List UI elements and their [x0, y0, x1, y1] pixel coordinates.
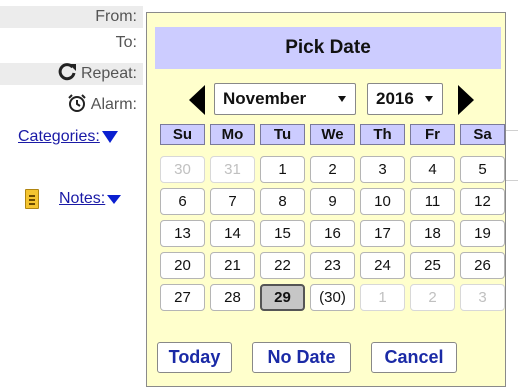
caret-down-icon [338, 96, 346, 102]
day-button[interactable]: 18 [410, 220, 455, 247]
day-button[interactable]: 28 [210, 284, 255, 311]
cancel-button[interactable]: Cancel [371, 342, 457, 373]
day-button[interactable]: 8 [260, 188, 305, 215]
month-select[interactable]: November [214, 83, 356, 115]
no-date-button[interactable]: No Date [252, 342, 351, 373]
day-button[interactable]: 2 [310, 156, 355, 183]
day-button[interactable]: 25 [410, 252, 455, 279]
refresh-icon [57, 62, 77, 86]
chevron-down-icon [107, 194, 122, 204]
day-button[interactable]: 5 [460, 156, 505, 183]
weekday-label: Sa [460, 124, 505, 145]
year-select[interactable]: 2016 [367, 83, 443, 115]
weekday-label: Th [360, 124, 405, 145]
day-button[interactable]: 1 [260, 156, 305, 183]
day-button[interactable]: 16 [310, 220, 355, 247]
calendar-week: 27 28 29 (30) 1 2 3 [160, 284, 510, 311]
day-button[interactable]: 2 [410, 284, 455, 311]
calendar-week: 13 14 15 16 17 18 19 [160, 220, 510, 247]
day-button[interactable]: 21 [210, 252, 255, 279]
weekday-header: Su Mo Tu We Th Fr Sa [160, 124, 510, 145]
weekday-label: Tu [260, 124, 305, 145]
day-button[interactable]: 30 [160, 156, 205, 183]
caret-down-icon [425, 96, 433, 102]
day-button[interactable]: 27 [160, 284, 205, 311]
day-button[interactable]: 24 [360, 252, 405, 279]
from-row: From: [0, 6, 143, 28]
repeat-row: Repeat: [0, 63, 143, 85]
categories-link[interactable]: Categories: [18, 128, 118, 146]
day-button[interactable]: 13 [160, 220, 205, 247]
year-value: 2016 [376, 89, 414, 108]
selected-day-button[interactable]: 29 [260, 284, 305, 311]
month-value: November [223, 89, 307, 108]
from-label: From: [95, 8, 137, 25]
day-button[interactable]: 9 [310, 188, 355, 215]
notes-row[interactable]: Notes: [25, 189, 122, 209]
picker-actions: Today No Date Cancel [157, 342, 457, 373]
alarm-label: Alarm: [90, 96, 137, 113]
alarm-clock-icon [67, 93, 87, 117]
day-button[interactable]: 26 [460, 252, 505, 279]
day-button[interactable]: 10 [360, 188, 405, 215]
weekday-label: Su [160, 124, 205, 145]
repeat-label: Repeat: [80, 65, 137, 82]
day-button[interactable]: 11 [410, 188, 455, 215]
to-label: To: [115, 34, 137, 51]
day-button[interactable]: 20 [160, 252, 205, 279]
calendar-grid: 30 31 1 2 3 4 5 6 7 8 9 10 11 12 13 14 15 16 17 18 19 20 21 22 2… [160, 156, 510, 316]
day-button[interactable]: 7 [210, 188, 255, 215]
next-month-icon[interactable] [458, 85, 474, 115]
picker-title: Pick Date [155, 27, 501, 69]
day-button[interactable]: 17 [360, 220, 405, 247]
notes-label: Notes: [59, 190, 106, 207]
day-button[interactable]: 15 [260, 220, 305, 247]
date-picker: Pick Date November 2016 Su Mo Tu We Th F… [146, 12, 506, 387]
day-button[interactable]: 6 [160, 188, 205, 215]
day-button[interactable]: 12 [460, 188, 505, 215]
categories-label: Categories: [18, 128, 100, 145]
to-row: To: [0, 32, 143, 54]
weekday-label: We [310, 124, 355, 145]
previous-month-icon[interactable] [189, 85, 205, 115]
weekday-label: Fr [410, 124, 455, 145]
alarm-row: Alarm: [0, 94, 143, 116]
day-button[interactable]: (30) [310, 284, 355, 311]
note-icon [25, 189, 39, 209]
day-button[interactable]: 3 [460, 284, 505, 311]
day-button[interactable]: 22 [260, 252, 305, 279]
calendar-week: 30 31 1 2 3 4 5 [160, 156, 510, 183]
today-button[interactable]: Today [157, 342, 232, 373]
day-button[interactable]: 14 [210, 220, 255, 247]
day-button[interactable]: 4 [410, 156, 455, 183]
chevron-down-icon [101, 130, 118, 143]
calendar-week: 20 21 22 23 24 25 26 [160, 252, 510, 279]
day-button[interactable]: 1 [360, 284, 405, 311]
calendar-week: 6 7 8 9 10 11 12 [160, 188, 510, 215]
weekday-label: Mo [210, 124, 255, 145]
day-button[interactable]: 31 [210, 156, 255, 183]
day-button[interactable]: 3 [360, 156, 405, 183]
day-button[interactable]: 19 [460, 220, 505, 247]
day-button[interactable]: 23 [310, 252, 355, 279]
